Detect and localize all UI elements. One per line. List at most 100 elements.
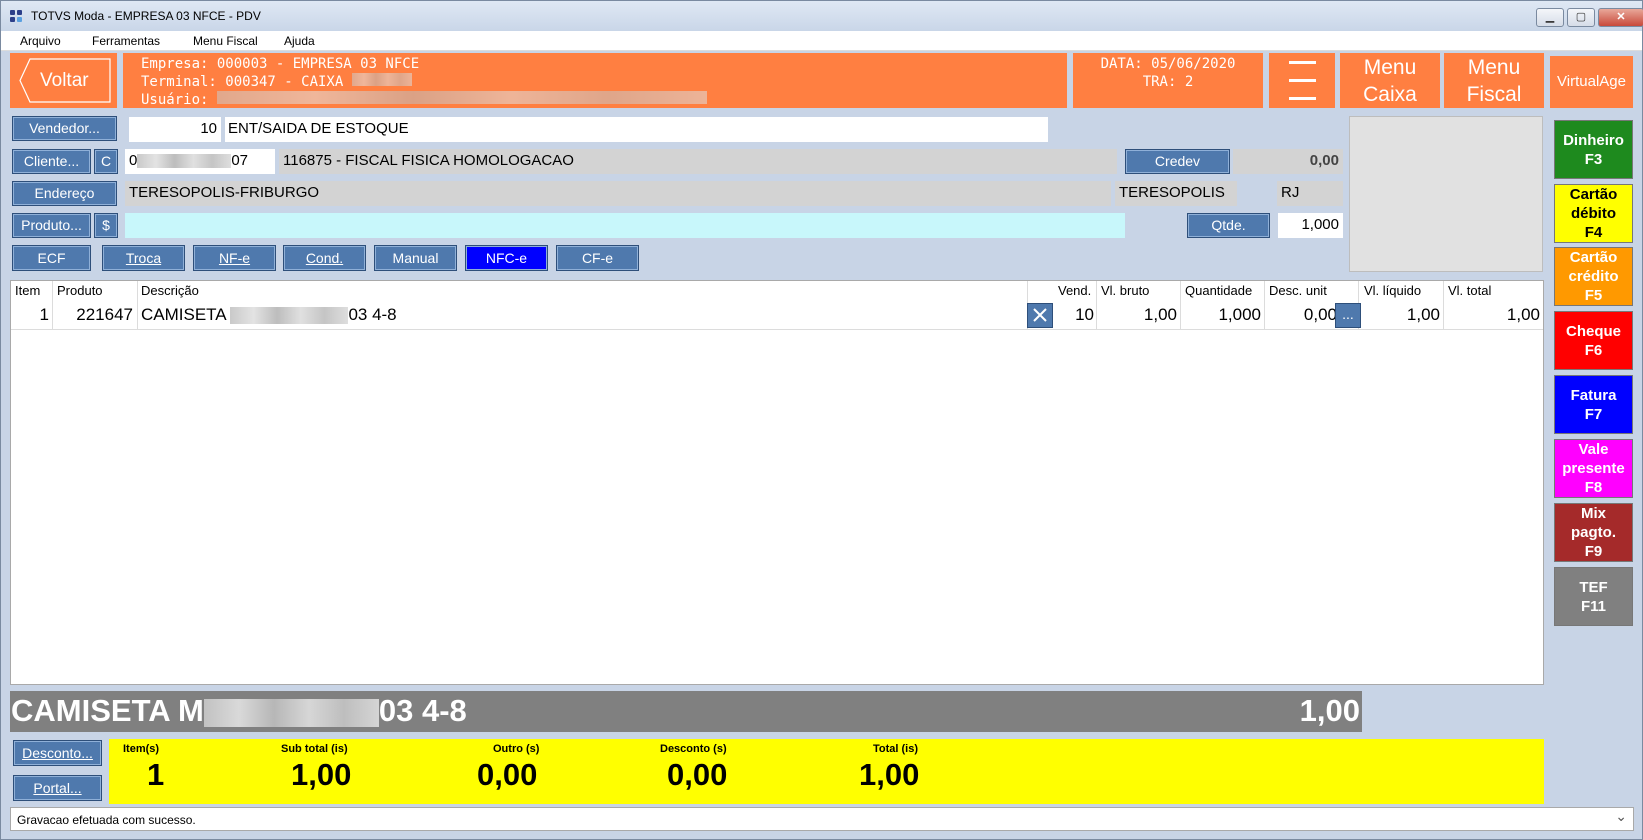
date-info: DATA: 05/06/2020 TRA: 2: [1073, 53, 1263, 108]
portal-button[interactable]: Portal...: [13, 775, 102, 801]
vendedor-button[interactable]: Vendedor...: [12, 116, 117, 141]
menu-arquivo[interactable]: Arquivo: [20, 34, 61, 48]
status-bar: Gravacao efetuada com sucesso. ⌄: [10, 807, 1634, 831]
ecf-button[interactable]: ECF: [12, 245, 91, 271]
current-item-description: CAMISETA M 03 4-8: [11, 693, 467, 728]
window-title: TOTVS Moda - EMPRESA 03 NFCE - PDV: [31, 9, 261, 23]
items-count-label: Item(s): [123, 743, 160, 755]
outro-label: Outro (s): [493, 743, 540, 755]
qtde-field[interactable]: 1,000: [1278, 213, 1343, 238]
mix-pagto-f9-button[interactable]: Mix pagto. F9: [1554, 503, 1633, 562]
nfe-button[interactable]: NF-e: [193, 245, 276, 271]
hamburger-menu-button[interactable]: [1269, 53, 1335, 108]
col-item-header: Item: [15, 283, 41, 298]
cliente-button[interactable]: Cliente...: [12, 149, 91, 174]
col-descricao-header: Descrição: [141, 283, 199, 298]
troca-button[interactable]: Troca: [102, 245, 185, 271]
vale-presente-f8-button[interactable]: Vale presente F8: [1554, 439, 1633, 498]
cliente-name-field: 116875 - FISCAL FISICA HOMOLOGACAO: [279, 149, 1117, 174]
app-window: TOTVS Moda - EMPRESA 03 NFCE - PDV ▁ ▢ ✕…: [0, 0, 1643, 840]
credev-button[interactable]: Credev: [1125, 149, 1230, 174]
row-item: 1: [39, 305, 49, 324]
totvs-app-icon: [10, 10, 24, 24]
row-produto: 221647: [76, 305, 133, 324]
subtotal-value: 1,00: [291, 757, 352, 792]
outro-value: 0,00: [477, 757, 538, 792]
desconto-total-label: Desconto (s): [660, 743, 727, 755]
terminal-text: Terminal: 000347 - CAIXA: [141, 73, 1067, 91]
endereco-field: TERESOPOLIS-FRIBURGO: [125, 181, 1111, 206]
pay-label: Cartão débito F4: [1569, 186, 1618, 241]
voltar-label: Voltar: [40, 70, 89, 91]
chevron-down-icon[interactable]: ⌄: [1615, 808, 1627, 825]
tef-f11-button[interactable]: TEF F11: [1554, 567, 1633, 626]
row-vl-bruto: 1,00: [1143, 305, 1177, 324]
item-details-button[interactable]: ...: [1335, 303, 1361, 328]
cliente-c-button[interactable]: C: [94, 149, 118, 174]
voltar-button[interactable]: Voltar: [10, 53, 117, 108]
cartao-debito-f4-button[interactable]: Cartão débito F4: [1554, 184, 1633, 243]
manual-button[interactable]: Manual: [374, 245, 457, 271]
row-vl-liquido: 1,00: [1406, 305, 1440, 324]
produto-button[interactable]: Produto...: [12, 213, 91, 238]
menu-fiscal-button[interactable]: Menu Fiscal: [1444, 53, 1544, 108]
close-icon: [1033, 308, 1047, 322]
pay-label: Dinheiro F3: [1563, 131, 1624, 168]
virtualage-button[interactable]: VirtualAge: [1550, 56, 1633, 108]
menu-fiscal[interactable]: Menu Fiscal: [193, 34, 258, 48]
pay-label: Cheque F6: [1565, 322, 1621, 359]
usuario-text: Usuário:: [141, 91, 1067, 109]
row-quantidade: 1,000: [1218, 305, 1261, 324]
col-desc-unit-header: Desc. unit: [1269, 283, 1327, 298]
subtotal-label: Sub total (is): [281, 743, 348, 755]
credev-value: 0,00: [1233, 149, 1343, 174]
vendedor-name-field: ENT/SAIDA DE ESTOQUE: [225, 117, 1048, 142]
pay-label: Fatura F7: [1570, 386, 1617, 423]
col-vl-bruto-header: Vl. bruto: [1101, 283, 1150, 298]
totals-bar: Item(s) 1 Sub total (is) 1,00 Outro (s) …: [109, 739, 1544, 804]
dinheiro-f3-button[interactable]: Dinheiro F3: [1554, 120, 1633, 179]
cartao-credito-f5-button[interactable]: Cartão crédito F5: [1554, 247, 1633, 306]
close-window-button[interactable]: ✕: [1598, 8, 1643, 27]
row-vend: 10: [1075, 305, 1094, 324]
menu-bar: Arquivo Ferramentas Menu Fiscal Ajuda: [1, 31, 1642, 51]
qtde-button[interactable]: Qtde.: [1187, 213, 1270, 238]
produto-price-button[interactable]: $: [94, 213, 118, 238]
remove-item-button[interactable]: [1027, 303, 1053, 328]
pay-label: TEF F11: [1579, 578, 1608, 615]
maximize-button[interactable]: ▢: [1567, 8, 1595, 27]
cheque-f6-button[interactable]: Cheque F6: [1554, 311, 1633, 370]
menu-caixa-button[interactable]: Menu Caixa: [1340, 53, 1440, 108]
status-message: Gravacao efetuada com sucesso.: [17, 813, 196, 827]
desconto-button[interactable]: Desconto...: [13, 740, 102, 766]
uf-field: RJ: [1277, 181, 1343, 206]
cliente-code-field[interactable]: 0 07: [125, 149, 275, 174]
cfe-button[interactable]: CF-e: [556, 245, 639, 271]
title-bar: TOTVS Moda - EMPRESA 03 NFCE - PDV ▁ ▢ ✕: [1, 1, 1643, 31]
empresa-text: Empresa: 000003 - EMPRESA 03 NFCE: [141, 56, 420, 72]
endereco-button[interactable]: Endereço: [12, 181, 117, 206]
session-info: Empresa: 000003 - EMPRESA 03 NFCE Termin…: [123, 53, 1067, 108]
pay-label: Vale presente F8: [1562, 441, 1625, 496]
minimize-button[interactable]: ▁: [1536, 8, 1564, 27]
menu-ferramentas[interactable]: Ferramentas: [92, 34, 160, 48]
pay-label: Mix pagto. F9: [1571, 505, 1616, 560]
date-text: DATA: 05/06/2020: [1100, 56, 1236, 72]
tra-text: TRA: 2: [1142, 74, 1194, 90]
nfce-button[interactable]: NFC-e: [465, 245, 548, 271]
desconto-total-value: 0,00: [667, 757, 728, 792]
col-vl-liquido-header: Vl. líquido: [1364, 283, 1422, 298]
vendedor-code-field[interactable]: 10: [129, 117, 221, 142]
col-vend-header: Vend.: [1058, 283, 1092, 298]
items-grid: Item Produto Descrição Vend. Vl. bruto Q…: [10, 280, 1544, 685]
fatura-f7-button[interactable]: Fatura F7: [1554, 375, 1633, 434]
product-image-panel: [1349, 116, 1543, 272]
produto-input[interactable]: [125, 213, 1125, 238]
menu-ajuda[interactable]: Ajuda: [284, 34, 315, 48]
cond-button[interactable]: Cond.: [283, 245, 366, 271]
items-count-value: 1: [147, 757, 165, 792]
col-quantidade-header: Quantidade: [1185, 283, 1253, 298]
current-item-bar: CAMISETA M 03 4-8 1,00: [10, 691, 1362, 732]
total-label: Total (is): [873, 743, 919, 755]
col-vl-total-header: Vl. total: [1448, 283, 1492, 298]
